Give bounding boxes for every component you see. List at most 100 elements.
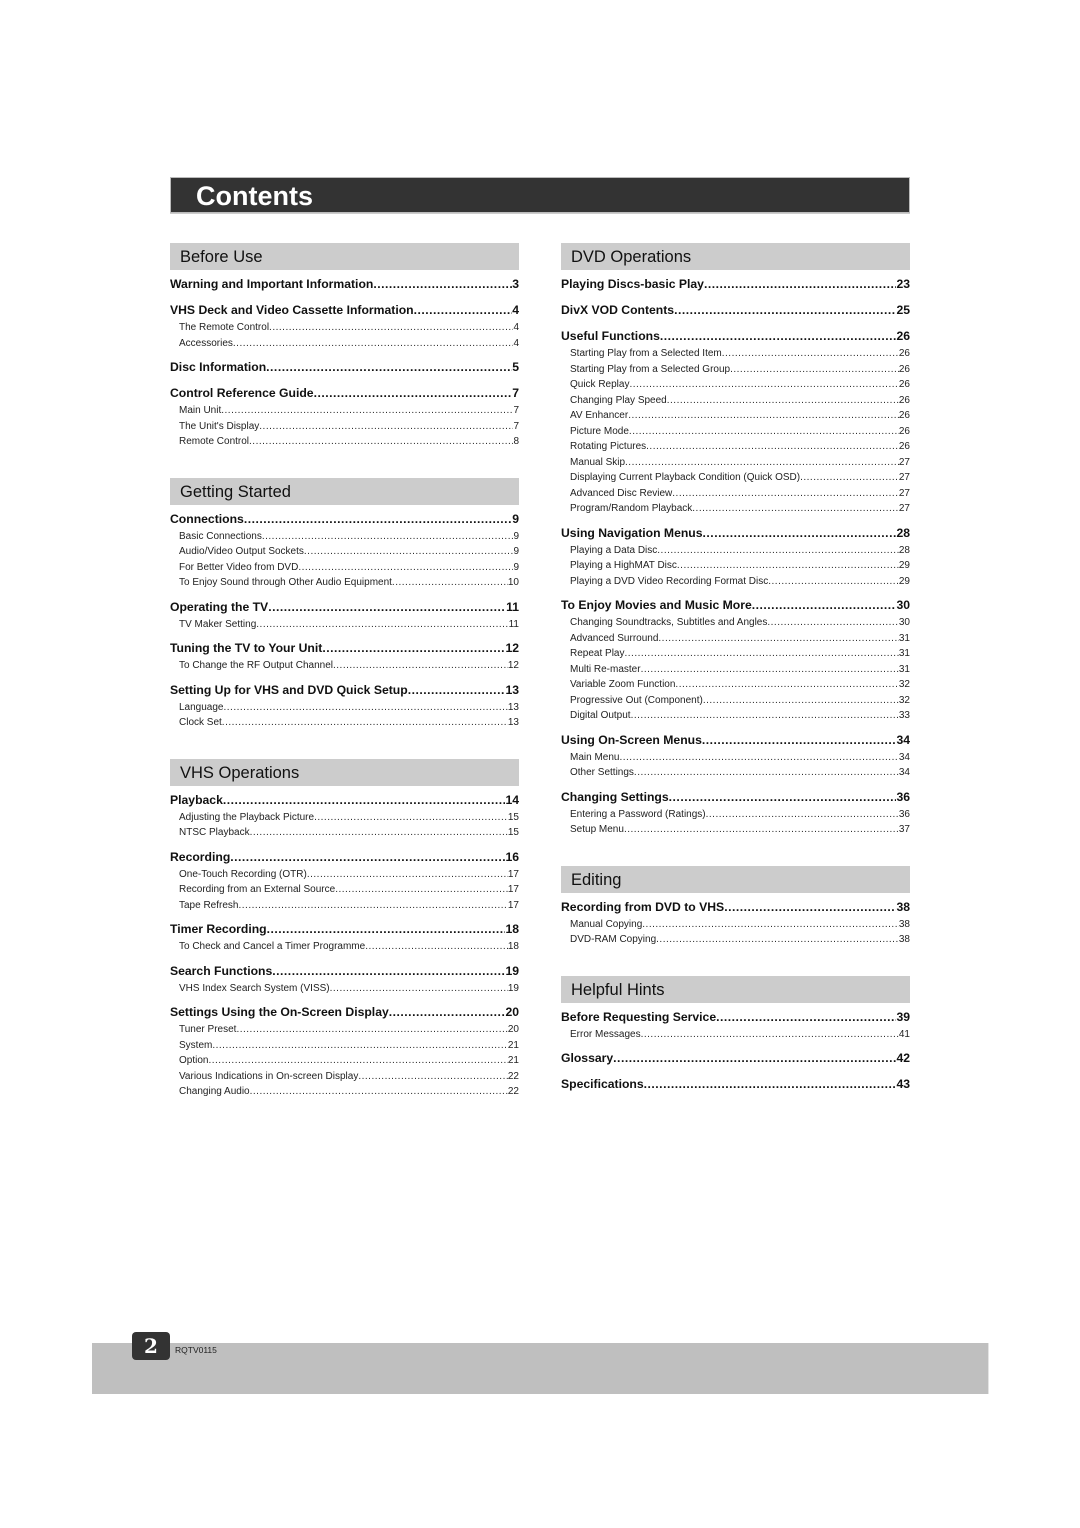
toc-main-link[interactable]: Search Functions 19 xyxy=(170,963,519,981)
toc-sub-link[interactable]: Variable Zoom Function 32 xyxy=(561,677,910,693)
toc-sub-link[interactable]: Digital Output 33 xyxy=(561,708,910,724)
toc-main-link[interactable]: Recording from DVD to VHS 38 xyxy=(561,899,910,917)
toc-entry-title: For Better Video from DVD xyxy=(179,561,299,573)
toc-sub-link[interactable]: Other Settings 34 xyxy=(561,765,910,781)
toc-sub-link[interactable]: Remote Control 8 xyxy=(170,434,519,450)
toc-sub-link[interactable]: Starting Play from a Selected Item 26 xyxy=(561,346,910,362)
toc-sub-link[interactable]: Language 13 xyxy=(170,700,519,716)
toc-sub-link[interactable]: VHS Index Search System (VISS) 19 xyxy=(170,981,519,997)
document-code: RQTV0115 xyxy=(175,1345,217,1355)
toc-main-link[interactable]: To Enjoy Movies and Music More 30 xyxy=(561,597,910,615)
toc-main-link[interactable]: DivX VOD Contents 25 xyxy=(561,302,910,320)
toc-main-link[interactable]: Disc Information 5 xyxy=(170,359,519,377)
toc-main-link[interactable]: Tuning the TV to Your Unit 12 xyxy=(170,640,519,658)
toc-sub-link[interactable]: Picture Mode 26 xyxy=(561,424,910,440)
toc-sub-link[interactable]: Starting Play from a Selected Group 26 xyxy=(561,362,910,378)
toc-sub-link[interactable]: Basic Connections 9 xyxy=(170,529,519,545)
toc-main-link[interactable]: Useful Functions 26 xyxy=(561,328,910,346)
toc-entry-title: Basic Connections xyxy=(179,530,262,542)
toc-sub-link[interactable]: TV Maker Setting 11 xyxy=(170,617,519,633)
toc-sub-link[interactable]: Changing Audio 22 xyxy=(170,1084,519,1100)
toc-main-link[interactable]: Before Requesting Service 39 xyxy=(561,1009,910,1027)
toc-sub-link[interactable]: Advanced Disc Review 27 xyxy=(561,486,910,502)
toc-sub-link[interactable]: Playing a DVD Video Recording Format Dis… xyxy=(561,574,910,590)
toc-sub-link[interactable]: To Change the RF Output Channel 12 xyxy=(170,658,519,674)
toc-sub-link[interactable]: Playing a HighMAT Disc 29 xyxy=(561,558,910,574)
toc-main-link[interactable]: Warning and Important Information 3 xyxy=(170,276,519,294)
toc-sub-link[interactable]: Changing Soundtracks, Subtitles and Angl… xyxy=(561,615,910,631)
toc-sub-link[interactable]: Error Messages 41 xyxy=(561,1027,910,1043)
toc-sub-link[interactable]: Recording from an External Source 17 xyxy=(170,882,519,898)
toc-main-link[interactable]: Glossary 42 xyxy=(561,1050,910,1068)
toc-sub-link[interactable]: Audio/Video Output Sockets 9 xyxy=(170,544,519,560)
toc-sub-link[interactable]: To Enjoy Sound through Other Audio Equip… xyxy=(170,575,519,591)
toc-sub-link[interactable]: System 21 xyxy=(170,1038,519,1054)
toc-sub-link[interactable]: Changing Play Speed 26 xyxy=(561,393,910,409)
dot-leader xyxy=(641,1027,899,1043)
toc-sub-link[interactable]: Accessories 4 xyxy=(170,336,519,352)
toc-sub-link[interactable]: Entering a Password (Ratings) 36 xyxy=(561,807,910,823)
toc-sub-link[interactable]: Main Unit 7 xyxy=(170,403,519,419)
toc-main-link[interactable]: Playback 14 xyxy=(170,792,519,810)
toc-sub-link[interactable]: To Check and Cancel a Timer Programme 18 xyxy=(170,939,519,955)
toc-main-link[interactable]: Timer Recording 18 xyxy=(170,921,519,939)
toc-sub-link[interactable]: AV Enhancer 26 xyxy=(561,408,910,424)
toc-sub-link[interactable]: Quick Replay 26 xyxy=(561,377,910,393)
toc-sub-link[interactable]: Rotating Pictures 26 xyxy=(561,439,910,455)
toc-sub-link[interactable]: Adjusting the Playback Picture 15 xyxy=(170,810,519,826)
toc-sub-link[interactable]: The Unit's Display 7 xyxy=(170,419,519,435)
toc-sub-link[interactable]: Various Indications in On-screen Display… xyxy=(170,1069,519,1085)
toc-sub-link[interactable]: For Better Video from DVD 9 xyxy=(170,560,519,576)
toc-sub-link[interactable]: Option 21 xyxy=(170,1053,519,1069)
toc-main-link[interactable]: Connections 9 xyxy=(170,511,519,529)
dot-leader xyxy=(768,574,899,590)
toc-page-number: 38 xyxy=(896,899,910,914)
toc-page-number: 36 xyxy=(896,789,910,804)
toc-main-link[interactable]: Operating the TV 11 xyxy=(170,599,519,617)
toc-sub-link[interactable]: Manual Copying 38 xyxy=(561,917,910,933)
toc-sub-link[interactable]: DVD-RAM Copying 38 xyxy=(561,932,910,948)
toc-sub-link[interactable]: The Remote Control 4 xyxy=(170,320,519,336)
dot-leader xyxy=(657,543,899,559)
toc-page-number: 7 xyxy=(513,420,519,432)
toc-sub-link[interactable]: Clock Set 13 xyxy=(170,715,519,731)
toc-entry-title: Repeat Play xyxy=(570,648,625,659)
dot-leader xyxy=(767,615,899,631)
toc-sub-link[interactable]: One-Touch Recording (OTR) 17 xyxy=(170,867,519,883)
toc-sub-link[interactable]: Playing a Data Disc 28 xyxy=(561,543,910,559)
toc-main-link[interactable]: Recording 16 xyxy=(170,849,519,867)
toc-sub-link[interactable]: Multi Re-master 31 xyxy=(561,662,910,678)
dot-leader xyxy=(314,385,513,402)
toc-page-number: 11 xyxy=(508,618,519,630)
toc-main-link[interactable]: Using Navigation Menus 28 xyxy=(561,525,910,543)
toc-main-link[interactable]: Changing Settings 36 xyxy=(561,789,910,807)
toc-entry-title: AV Enhancer xyxy=(570,410,629,421)
toc-main-link[interactable]: Playing Discs-basic Play 23 xyxy=(561,276,910,294)
toc-entry-title: DivX VOD Contents xyxy=(561,303,675,317)
toc-page-number: 32 xyxy=(898,679,910,690)
toc-sub-link[interactable]: Tuner Preset 20 xyxy=(170,1022,519,1038)
toc-sub-link[interactable]: Program/Random Playback 27 xyxy=(561,501,910,517)
toc-entry-title: Recording from DVD to VHS xyxy=(561,899,725,914)
toc-sub-link[interactable]: Manual Skip 27 xyxy=(561,455,910,471)
toc-sub-link[interactable]: Displaying Current Playback Condition (Q… xyxy=(561,470,910,486)
toc-main-link[interactable]: Setting Up for VHS and DVD Quick Setup 13 xyxy=(170,682,519,700)
section-heading-bar: Getting Started xyxy=(170,477,519,505)
toc-page-number: 17 xyxy=(507,884,519,895)
toc-main-link[interactable]: VHS Deck and Video Cassette Information 4 xyxy=(170,302,519,320)
toc-main-link[interactable]: Specifications 43 xyxy=(561,1076,910,1094)
toc-page-number: 26 xyxy=(898,394,910,406)
toc-page-number: 32 xyxy=(898,694,910,706)
toc-page-number: 41 xyxy=(898,1028,910,1040)
dot-leader xyxy=(619,750,898,766)
toc-main-link[interactable]: Settings Using the On-Screen Display 20 xyxy=(170,1004,519,1022)
toc-sub-link[interactable]: Setup Menu 37 xyxy=(561,822,910,838)
toc-sub-link[interactable]: Tape Refresh 17 xyxy=(170,898,519,914)
toc-sub-link[interactable]: Main Menu 34 xyxy=(561,750,910,766)
toc-sub-link[interactable]: NTSC Playback 15 xyxy=(170,825,519,841)
toc-main-link[interactable]: Control Reference Guide 7 xyxy=(170,385,519,403)
toc-sub-link[interactable]: Advanced Surround 31 xyxy=(561,631,910,647)
toc-sub-link[interactable]: Progressive Out (Component) 32 xyxy=(561,693,910,709)
toc-sub-link[interactable]: Repeat Play 31 xyxy=(561,646,910,662)
toc-main-link[interactable]: Using On-Screen Menus 34 xyxy=(561,732,910,750)
